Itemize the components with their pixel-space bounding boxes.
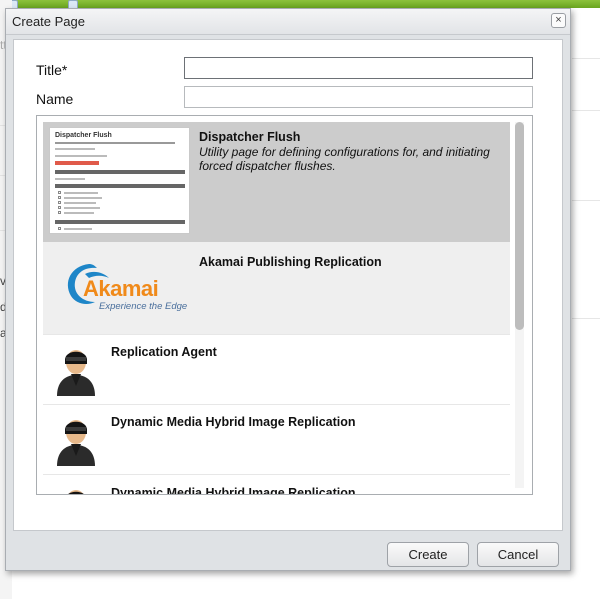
dialog-title: Create Page: [12, 14, 85, 29]
thumbnail-checkbox: [58, 196, 61, 199]
thumbnail-line: [64, 228, 92, 230]
name-input[interactable]: [184, 86, 533, 108]
scrollbar-thumb[interactable]: [515, 122, 524, 330]
title-label: Title*: [36, 62, 68, 78]
template-item-replication-agent[interactable]: Replication Agent: [43, 334, 510, 405]
thumbnail-line: [64, 202, 96, 204]
background-divider: [572, 318, 600, 319]
thumbnail-section-bar: [55, 184, 185, 188]
thumbnail-line: [64, 207, 100, 209]
akamai-wordmark: Akamai: [83, 276, 159, 301]
dialog-header[interactable]: Create Page ×: [6, 9, 570, 35]
cancel-button[interactable]: Cancel: [477, 542, 559, 567]
template-title: Akamai Publishing Replication: [199, 255, 382, 269]
thumbnail-checkbox: [58, 201, 61, 204]
thumbnail-line: [64, 212, 94, 214]
close-button[interactable]: ×: [551, 13, 566, 28]
agent-person-icon: [57, 350, 95, 396]
template-title: Dispatcher Flush: [199, 130, 301, 144]
background-divider: [572, 58, 600, 59]
thumbnail-line: [55, 148, 95, 150]
thumbnail-line: [64, 197, 102, 199]
background-divider: [572, 200, 600, 201]
template-list-scrollbar[interactable]: [515, 122, 524, 488]
thumbnail-checkbox: [58, 227, 61, 230]
template-item-akamai[interactable]: Akamai Experience the Edge Akamai Publis…: [43, 242, 510, 335]
create-button[interactable]: Create: [387, 542, 469, 567]
background-toolbar: [0, 0, 600, 8]
thumbnail-line: [55, 155, 107, 157]
thumbnail-checkbox: [58, 211, 61, 214]
thumbnail-divider: [55, 142, 175, 144]
template-list: Dispatcher Flush Dispatcher Flush Utilit…: [36, 115, 533, 495]
thumbnail-checkbox: [58, 206, 61, 209]
akamai-tagline: Experience the Edge: [99, 301, 188, 312]
template-item-dispatcher-flush[interactable]: Dispatcher Flush Dispatcher Flush Utilit…: [43, 122, 510, 243]
agent-person-icon: [68, 490, 84, 494]
thumbnail-title: Dispatcher Flush: [55, 132, 112, 139]
dialog-body: Title* Name Dispatcher Flush Dispatcher …: [13, 39, 563, 531]
template-title: Replication Agent: [111, 345, 217, 359]
thumbnail-checkbox: [58, 191, 61, 194]
thumbnail-section-bar: [55, 170, 185, 174]
thumbnail-line: [55, 178, 85, 180]
template-description: Utility page for defining configurations…: [199, 145, 490, 173]
background-divider: [572, 110, 600, 111]
dispatcher-thumbnail: Dispatcher Flush: [49, 127, 190, 234]
title-input[interactable]: [184, 57, 533, 79]
thumbnail-section-bar: [55, 220, 185, 224]
close-icon: ×: [555, 14, 562, 26]
template-title: Dynamic Media Hybrid Image Replication: [111, 486, 356, 495]
template-title: Dynamic Media Hybrid Image Replication: [111, 415, 356, 429]
akamai-logo: Akamai Experience the Edge: [59, 258, 189, 312]
template-item-dynamic-media-replication[interactable]: Dynamic Media Hybrid Image Replication: [43, 474, 510, 495]
agent-person-icon: [57, 420, 95, 466]
thumbnail-error-bar: [55, 161, 99, 165]
thumbnail-line: [64, 192, 98, 194]
template-item-dynamic-media-replication[interactable]: Dynamic Media Hybrid Image Replication: [43, 404, 510, 475]
create-page-dialog: Create Page × Title* Name Dispatcher Flu…: [5, 8, 571, 571]
name-label: Name: [36, 91, 74, 107]
